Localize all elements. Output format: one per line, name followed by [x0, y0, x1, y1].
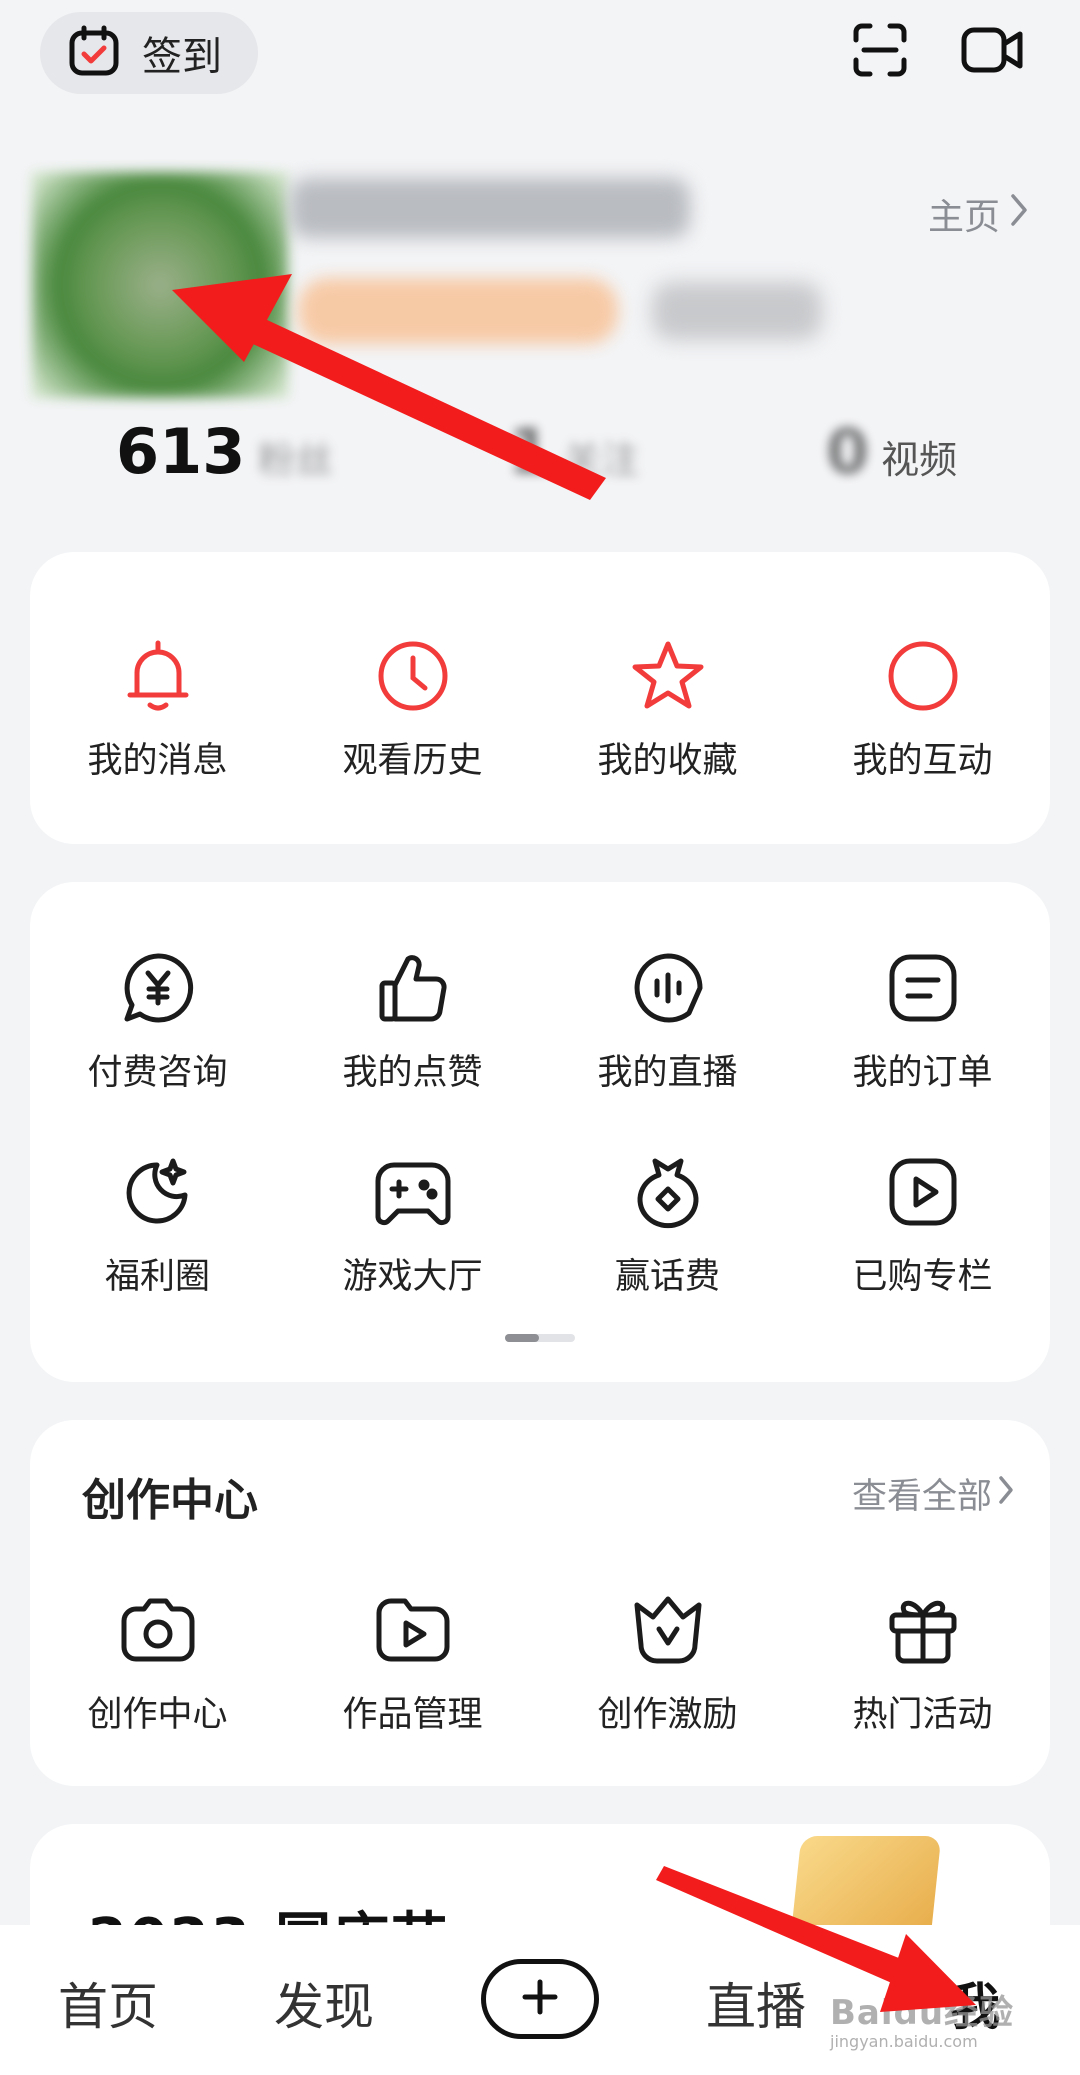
quick-item-history[interactable]: 观看历史 [285, 634, 540, 783]
yen-chat-icon [116, 946, 200, 1030]
quick-item-messages[interactable]: 我的消息 [30, 634, 285, 783]
service-welfare[interactable]: 福利圈 [30, 1150, 285, 1299]
stat-label: 视频 [881, 438, 958, 482]
service-label: 我的直播 [597, 1053, 738, 1093]
service-label: 福利圈 [104, 1257, 210, 1297]
service-live[interactable]: 我的直播 [540, 946, 795, 1095]
service-label: 已购专栏 [852, 1257, 993, 1297]
plus-icon [522, 1979, 558, 2019]
gift-icon [881, 1588, 965, 1672]
service-phone-credit[interactable]: 赢话费 [540, 1150, 795, 1299]
quick-item-label: 我的互动 [852, 741, 993, 781]
home-link[interactable]: 主页 [928, 188, 1028, 240]
watermark: Baidu经验 jingyan.baidu.com [830, 1985, 1040, 2051]
circle-icon [881, 634, 965, 718]
video-camera-icon[interactable] [960, 22, 1024, 82]
service-paid-consult[interactable]: 付费咨询 [30, 946, 285, 1095]
page-indicator [505, 1334, 575, 1342]
quick-item-label: 观看历史 [342, 741, 483, 781]
home-link-label: 主页 [927, 197, 1000, 238]
checkin-label: 签到 [142, 34, 222, 80]
tab-discover[interactable]: 发现 [274, 1967, 374, 2039]
quick-actions-card: 我的消息 观看历史 我的收藏 我的互动 [30, 552, 1050, 844]
moon-star-icon [116, 1150, 200, 1234]
creator-item-events[interactable]: 热门活动 [795, 1588, 1050, 1737]
username-blurred [290, 178, 690, 238]
service-purchased-columns[interactable]: 已购专栏 [795, 1150, 1050, 1299]
service-orders[interactable]: 我的订单 [795, 946, 1050, 1095]
thumbs-up-icon [371, 946, 455, 1030]
creator-item-label: 创作中心 [87, 1695, 228, 1735]
watermark-sub: jingyan.baidu.com [830, 2032, 978, 2051]
stats-row: 613 粉丝 1 关注 0 视频 [0, 415, 1080, 525]
tab-home[interactable]: 首页 [58, 1967, 158, 2039]
view-all-link[interactable]: 查看全部 [852, 1468, 1014, 1519]
creator-item-center[interactable]: 创作中心 [30, 1588, 285, 1737]
crown-icon [626, 1588, 710, 1672]
create-button[interactable] [481, 1959, 599, 2039]
service-label: 赢话费 [614, 1257, 720, 1297]
creator-item-label: 热门活动 [852, 1695, 993, 1735]
stat-label: 粉丝 [257, 438, 334, 482]
bell-icon [116, 634, 200, 718]
clock-icon [371, 634, 455, 718]
folder-play-icon [371, 1588, 455, 1672]
badge-blurred [298, 278, 618, 344]
profile-header: 主页 613 粉丝 1 关注 0 视频 [0, 160, 1080, 540]
service-label: 我的订单 [852, 1053, 993, 1093]
creator-title: 创作中心 [82, 1475, 258, 1526]
quick-item-favorites[interactable]: 我的收藏 [540, 634, 795, 783]
stat-value: 613 [116, 415, 246, 488]
order-icon [881, 946, 965, 1030]
service-label: 游戏大厅 [342, 1257, 483, 1297]
view-all-label: 查看全部 [851, 1477, 992, 1517]
bottom-tab-bar: 首页 发现 直播 我 Baidu经验 jingyan.baidu.com [0, 1925, 1080, 2075]
services-card: 付费咨询 我的点赞 我的直播 我的订单 福利圈 游戏大厅 赢话费 已购专栏 [30, 882, 1050, 1382]
service-label: 付费咨询 [87, 1053, 228, 1093]
quick-item-label: 我的收藏 [597, 741, 738, 781]
camera-icon [116, 1588, 200, 1672]
creator-card: 创作中心 查看全部 创作中心 作品管理 创作激励 热门活动 [30, 1420, 1050, 1786]
creator-item-incentive[interactable]: 创作激励 [540, 1588, 795, 1737]
watermark-main: Baidu经验 [830, 1993, 1015, 2033]
stat-fans[interactable]: 613 粉丝 [116, 415, 333, 488]
service-game-hall[interactable]: 游戏大厅 [285, 1150, 540, 1299]
gamepad-icon [371, 1150, 455, 1234]
stat-value: 0 [826, 415, 870, 488]
avatar[interactable] [32, 172, 288, 398]
stat-following[interactable]: 1 关注 [508, 415, 639, 488]
checkin-button[interactable]: 签到 [40, 12, 258, 94]
creator-item-label: 创作激励 [597, 1695, 738, 1735]
chevron-right-icon [998, 1474, 1014, 1514]
calendar-check-icon [68, 25, 120, 81]
creator-item-works[interactable]: 作品管理 [285, 1588, 540, 1737]
creator-item-label: 作品管理 [342, 1695, 483, 1735]
money-bag-icon [626, 1150, 710, 1234]
play-square-icon [881, 1150, 965, 1234]
tag-blurred [652, 282, 822, 340]
star-icon [626, 634, 710, 718]
chevron-right-icon [1010, 193, 1028, 236]
stat-label: 关注 [563, 438, 640, 482]
service-label: 我的点赞 [342, 1053, 483, 1093]
top-bar: 签到 [0, 0, 1080, 110]
quick-item-label: 我的消息 [87, 741, 228, 781]
scan-icon[interactable] [852, 22, 908, 82]
service-likes[interactable]: 我的点赞 [285, 946, 540, 1095]
tab-live[interactable]: 直播 [706, 1967, 806, 2039]
live-icon [626, 946, 710, 1030]
quick-item-interactions[interactable]: 我的互动 [795, 634, 1050, 783]
stat-value: 1 [508, 415, 552, 488]
stat-videos[interactable]: 0 视频 [826, 415, 957, 488]
